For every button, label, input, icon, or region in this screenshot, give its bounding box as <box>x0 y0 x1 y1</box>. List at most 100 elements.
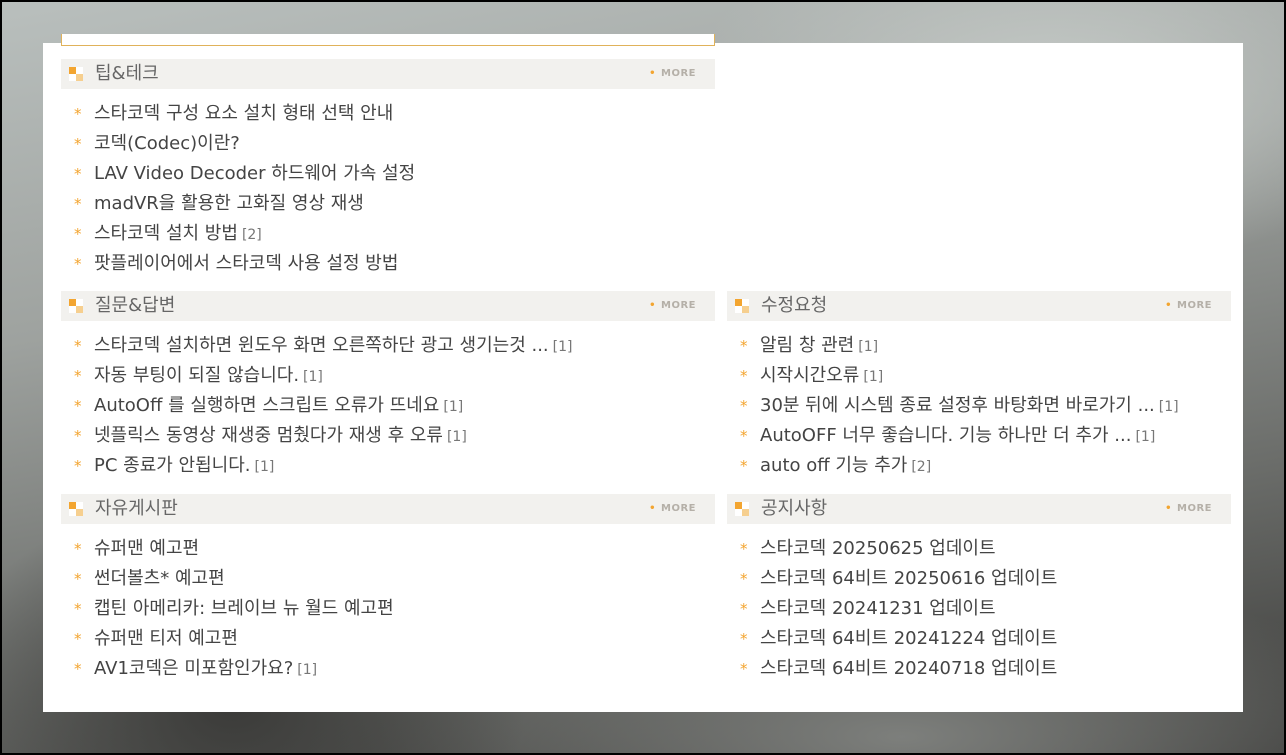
list-item: * 자동 부팅이 되질 않습니다. [1] <box>74 361 573 391</box>
section-header: 공지사항 • MORE <box>727 494 1231 524</box>
comment-count: [1] <box>297 662 318 678</box>
list-item: * 슈퍼맨 예고편 <box>74 534 398 564</box>
previous-section-bottom-border <box>61 34 715 46</box>
more-link[interactable]: • MORE <box>649 300 696 312</box>
bullet-icon: * <box>74 135 82 153</box>
post-list: * 스타코덱 구성 요소 설치 형태 선택 안내 * 코덱(Codec)이란? * L… <box>74 99 419 279</box>
bullet-icon: * <box>74 540 82 558</box>
list-item: * AutoOFF 너무 좋습니다. 기능 하나만 더 추가 ... [1] <box>740 421 1179 451</box>
post-title-link[interactable]: auto off 기능 추가 <box>760 455 907 476</box>
post-title-link[interactable]: 자동 부팅이 되질 않습니다. <box>94 365 299 386</box>
post-title-link[interactable]: 슈퍼맨 예고편 <box>94 538 199 559</box>
section-square-icon <box>69 67 83 81</box>
post-title-link[interactable]: 스타코덱 20241231 업데이트 <box>760 598 996 619</box>
post-title-link[interactable]: AutoOff 를 실행하면 스크립트 오류가 뜨네요 <box>94 395 439 416</box>
post-title-link[interactable]: 넷플릭스 동영상 재생중 멈췄다가 재생 후 오류 <box>94 425 443 446</box>
comment-count: [1] <box>303 369 323 385</box>
bullet-icon: * <box>74 630 82 648</box>
bullet-icon: * <box>74 600 82 618</box>
section-header: 팁&테크 • MORE <box>61 59 715 89</box>
bullet-icon: * <box>740 540 748 558</box>
list-item: * 캡틴 아메리카: 브레이브 뉴 월드 예고편 <box>74 594 398 624</box>
list-item: * LAV Video Decoder 하드웨어 가속 설정 <box>74 159 419 189</box>
post-title-link[interactable]: 스타코덱 64비트 20241224 업데이트 <box>760 628 1057 649</box>
bullet-icon: * <box>74 570 82 588</box>
post-title-link[interactable]: 알림 창 관련 <box>760 335 854 356</box>
bullet-icon: * <box>740 427 748 445</box>
list-item: * madVR을 활용한 고화질 영상 재생 <box>74 189 419 219</box>
list-item: * 스타코덱 구성 요소 설치 형태 선택 안내 <box>74 99 419 129</box>
post-title-link[interactable]: 팟플레이어에서 스타코덱 사용 설정 방법 <box>94 253 398 274</box>
section-header: 수정요청 • MORE <box>727 291 1231 321</box>
bullet-icon: * <box>74 367 82 385</box>
list-item: * 스타코덱 64비트 20240718 업데이트 <box>740 654 1061 684</box>
comment-count: [1] <box>858 339 879 355</box>
post-title-link[interactable]: 캡틴 아메리카: 브레이브 뉴 월드 예고편 <box>94 598 394 619</box>
bullet-icon: * <box>740 630 748 648</box>
post-title-link[interactable]: 슈퍼맨 티저 예고편 <box>94 628 238 649</box>
post-title-link[interactable]: 스타코덱 설치 방법 <box>94 223 238 244</box>
comment-count: [1] <box>254 459 275 475</box>
bullet-icon: * <box>74 255 82 273</box>
more-dot-icon: • <box>649 68 657 79</box>
more-link[interactable]: • MORE <box>1165 503 1212 515</box>
more-link[interactable]: • MORE <box>649 503 696 515</box>
more-dot-icon: • <box>1165 300 1173 311</box>
more-link[interactable]: • MORE <box>649 68 696 80</box>
comment-count: [1] <box>1158 399 1179 415</box>
bullet-icon: * <box>740 397 748 415</box>
list-item: * auto off 기능 추가 [2] <box>740 451 1179 481</box>
more-dot-icon: • <box>1165 503 1173 514</box>
post-title-link[interactable]: 썬더볼츠* 예고편 <box>94 568 225 589</box>
comment-count: [2] <box>911 459 932 475</box>
comment-count: [1] <box>1135 429 1156 445</box>
post-list: * 스타코덱 20250625 업데이트 * 스타코덱 64비트 20250616 … <box>740 534 1061 684</box>
bullet-icon: * <box>74 195 82 213</box>
section-title: 수정요청 <box>761 295 828 316</box>
post-title-link[interactable]: 시작시간오류 <box>760 365 859 386</box>
list-item: * 스타코덱 20250625 업데이트 <box>740 534 1061 564</box>
comment-count: [1] <box>552 339 573 355</box>
post-title-link[interactable]: AV1코덱은 미포함인가요? <box>94 658 293 679</box>
section-title: 공지사항 <box>761 498 828 519</box>
section-square-icon <box>69 299 83 313</box>
section-title: 팁&테크 <box>95 63 159 84</box>
bullet-icon: * <box>740 337 748 355</box>
post-list: * 스타코덱 설치하면 윈도우 화면 오른쪽하단 광고 생기는것 ... [1] *… <box>74 331 573 481</box>
list-item: * 시작시간오류 [1] <box>740 361 1179 391</box>
post-title-link[interactable]: PC 종료가 안됩니다. <box>94 455 251 476</box>
section-title: 질문&답변 <box>95 295 176 316</box>
more-link[interactable]: • MORE <box>1165 300 1212 312</box>
section-notices: 공지사항 • MORE * 스타코덱 20250625 업데이트 * 스타코덱 64비… <box>727 494 1231 694</box>
post-title-link[interactable]: madVR을 활용한 고화질 영상 재생 <box>94 193 364 214</box>
list-item: * 슈퍼맨 티저 예고편 <box>74 624 398 654</box>
post-title-link[interactable]: 스타코덱 구성 요소 설치 형태 선택 안내 <box>94 103 393 124</box>
bullet-icon: * <box>74 225 82 243</box>
post-list: * 알림 창 관련 [1] * 시작시간오류 [1] * 30분 뒤에 시스템 종료 설정… <box>740 331 1179 481</box>
post-title-link[interactable]: 스타코덱 20250625 업데이트 <box>760 538 996 559</box>
post-title-link[interactable]: 스타코덱 64비트 20250616 업데이트 <box>760 568 1057 589</box>
post-title-link[interactable]: 코덱(Codec)이란? <box>94 133 240 154</box>
post-title-link[interactable]: 스타코덱 64비트 20240718 업데이트 <box>760 658 1057 679</box>
list-item: * 스타코덱 64비트 20250616 업데이트 <box>740 564 1061 594</box>
bullet-icon: * <box>74 427 82 445</box>
comment-count: [1] <box>443 399 464 415</box>
section-header: 자유게시판 • MORE <box>61 494 715 524</box>
post-title-link[interactable]: LAV Video Decoder 하드웨어 가속 설정 <box>94 163 415 184</box>
section-fix-requests: 수정요청 • MORE * 알림 창 관련 [1] * 시작시간오류 [1] * 30분 뒤… <box>727 291 1231 491</box>
bullet-icon: * <box>74 660 82 678</box>
post-title-link[interactable]: 30분 뒤에 시스템 종료 설정후 바탕화면 바로가기 ... <box>760 395 1155 416</box>
post-title-link[interactable]: 스타코덱 설치하면 윈도우 화면 오른쪽하단 광고 생기는것 ... <box>94 335 549 356</box>
post-title-link[interactable]: AutoOFF 너무 좋습니다. 기능 하나만 더 추가 ... <box>760 425 1131 446</box>
list-item: * 팟플레이어에서 스타코덱 사용 설정 방법 <box>74 249 419 279</box>
list-item: * 썬더볼츠* 예고편 <box>74 564 398 594</box>
more-dot-icon: • <box>649 503 657 514</box>
section-tips: 팁&테크 • MORE * 스타코덱 구성 요소 설치 형태 선택 안내 * 코덱(C… <box>61 59 715 289</box>
post-list: * 슈퍼맨 예고편 * 썬더볼츠* 예고편 * 캡틴 아메리카: 브레이브 뉴 월드 … <box>74 534 398 684</box>
bullet-icon: * <box>74 397 82 415</box>
section-free-board: 자유게시판 • MORE * 슈퍼맨 예고편 * 썬더볼츠* 예고편 * 캡틴 아메리카… <box>61 494 715 694</box>
section-square-icon <box>735 299 749 313</box>
section-header: 질문&답변 • MORE <box>61 291 715 321</box>
bullet-icon: * <box>740 570 748 588</box>
bullet-icon: * <box>740 660 748 678</box>
